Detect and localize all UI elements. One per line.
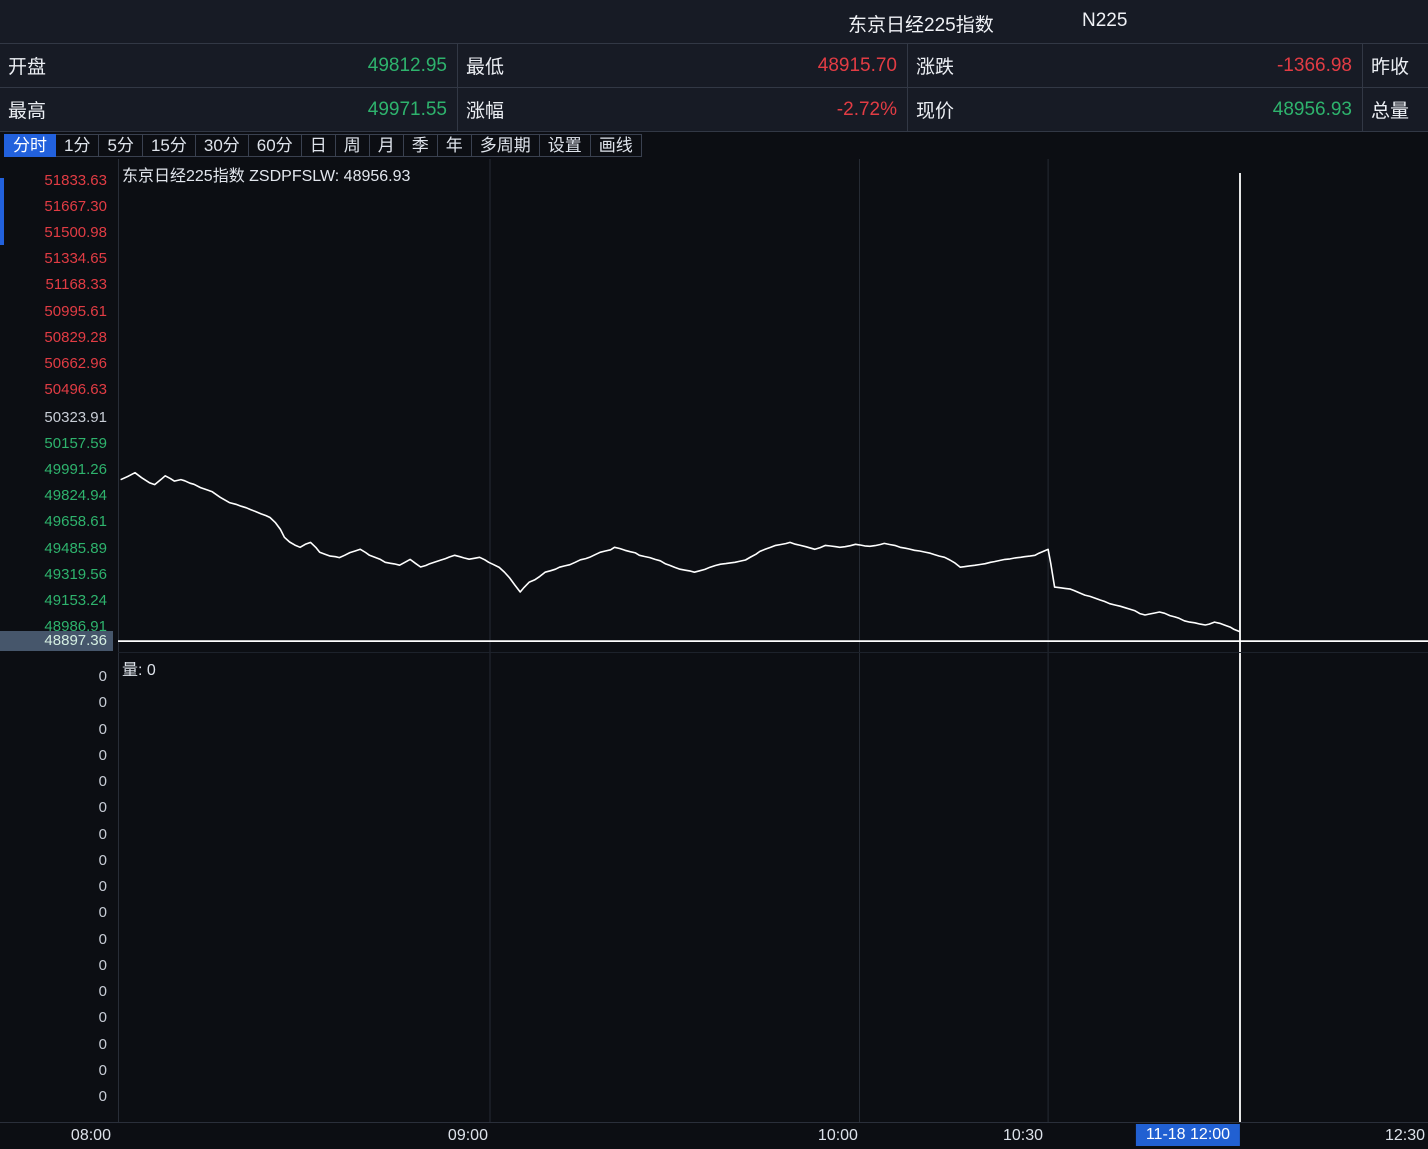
volume-chart-svg[interactable] — [118, 653, 1428, 1123]
time-axis: 08:00 09:00 10:00 10:30 11-18 12:00 12:30 — [0, 1122, 1428, 1149]
price-axis-label: 51833.63 — [0, 172, 113, 190]
time-axis-tick: 11-18 12:00 — [1136, 1124, 1240, 1146]
quote-total-volume-label: 总量 — [1371, 96, 1409, 123]
tab-15min[interactable]: 15分 — [142, 134, 196, 157]
volume-axis-label: 0 — [0, 747, 113, 765]
volume-axis-label: 0 — [0, 852, 113, 870]
quote-high-label: 最高 — [8, 96, 46, 123]
quote-cell-low: 最低 48915.70 — [458, 44, 908, 88]
price-axis-label: 50496.63 — [0, 381, 113, 399]
volume-axis-label: 0 — [0, 983, 113, 1001]
quote-change-value: -1366.98 — [1277, 55, 1352, 77]
tab-1min[interactable]: 1分 — [55, 134, 99, 157]
volume-axis-label: 0 — [0, 694, 113, 712]
chart-region: 东京日经225指数 ZSDPFSLW: 48956.93 量: 0 48897.… — [0, 159, 1428, 1149]
quote-high-value: 49971.55 — [368, 99, 447, 121]
index-title: 东京日经225指数 — [848, 10, 994, 37]
volume-axis-label: 0 — [0, 878, 113, 896]
quote-cell-total-volume: 总量 — [1363, 88, 1428, 132]
volume-axis-label: 0 — [0, 904, 113, 922]
time-axis-tick: 09:00 — [448, 1127, 488, 1145]
volume-axis-label: 0 — [0, 931, 113, 949]
price-axis-label: 49319.56 — [0, 566, 113, 584]
volume-axis-label: 0 — [0, 668, 113, 686]
quote-change-percent-label: 涨幅 — [466, 96, 504, 123]
tab-30min[interactable]: 30分 — [195, 134, 249, 157]
price-plot-canvas[interactable] — [118, 159, 1428, 652]
volume-plot-canvas[interactable] — [118, 653, 1428, 1122]
quote-open-label: 开盘 — [8, 52, 46, 79]
volume-axis-label: 0 — [0, 773, 113, 791]
volume-label: 量: 0 — [122, 656, 156, 680]
titlebar: 东京日经225指数 N225 — [0, 0, 1428, 44]
quote-cell-prev-close: 昨收 — [1363, 44, 1428, 88]
volume-axis-label: 0 — [0, 957, 113, 975]
quote-open-value: 49812.95 — [368, 55, 447, 77]
price-axis-label: 50323.91 — [0, 409, 113, 427]
tab-day[interactable]: 日 — [301, 134, 336, 157]
tab-fenshi[interactable]: 分时 — [4, 134, 56, 157]
price-axis-label: 49658.61 — [0, 513, 113, 531]
price-chart-svg[interactable] — [118, 159, 1428, 652]
time-axis-tick: 10:30 — [1003, 1127, 1043, 1145]
quote-panel: 开盘 49812.95 最低 48915.70 涨跌 -1366.98 昨收最高 49971.… — [0, 44, 1428, 132]
quote-cell-change: 涨跌 -1366.98 — [908, 44, 1363, 88]
time-axis-tick: 08:00 — [71, 1127, 111, 1145]
volume-axis-label: 0 — [0, 1088, 113, 1106]
price-line — [121, 473, 1240, 632]
tab-month[interactable]: 月 — [369, 134, 404, 157]
volume-axis-label: 0 — [0, 1036, 113, 1054]
price-axis-label: 49991.26 — [0, 461, 113, 479]
tab-quarter[interactable]: 季 — [403, 134, 438, 157]
price-axis-label: 50662.96 — [0, 355, 113, 373]
price-axis-label: 49485.89 — [0, 540, 113, 558]
tab-draw-line[interactable]: 画线 — [590, 134, 642, 157]
quote-low-value: 48915.70 — [818, 55, 897, 77]
quote-cell-high: 最高 49971.55 — [0, 88, 458, 132]
chart-legend: 东京日经225指数 ZSDPFSLW: 48956.93 — [122, 162, 410, 186]
price-axis-label: 51334.65 — [0, 250, 113, 268]
time-axis-tick: 10:00 — [818, 1127, 858, 1145]
quote-low-label: 最低 — [466, 52, 504, 79]
price-axis-label: 50157.59 — [0, 435, 113, 453]
price-axis-label: 51667.30 — [0, 198, 113, 216]
index-symbol: N225 — [1082, 10, 1127, 32]
quote-change-label: 涨跌 — [916, 52, 954, 79]
price-axis-label: 51500.98 — [0, 224, 113, 242]
price-axis-label: 50995.61 — [0, 303, 113, 321]
price-axis-label: 50829.28 — [0, 329, 113, 347]
time-axis-tick: 12:30 — [1385, 1127, 1425, 1145]
app-root: 东京日经225指数 N225 开盘 49812.95 最低 48915.70 涨跌 -13… — [0, 0, 1428, 1149]
volume-axis-label: 0 — [0, 1062, 113, 1080]
price-axis-label: 49824.94 — [0, 487, 113, 505]
tab-settings[interactable]: 设置 — [539, 134, 591, 157]
tab-5min[interactable]: 5分 — [98, 134, 142, 157]
quote-last-price-label: 现价 — [916, 96, 954, 123]
quote-last-price-value: 48956.93 — [1273, 99, 1352, 121]
crosshair-price-label: 48897.36 — [0, 631, 113, 651]
volume-axis-label: 0 — [0, 799, 113, 817]
quote-cell-open: 开盘 49812.95 — [0, 44, 458, 88]
quote-cell-last-price: 现价 48956.93 — [908, 88, 1363, 132]
tab-week[interactable]: 周 — [335, 134, 370, 157]
volume-chart[interactable] — [118, 652, 1428, 1122]
tab-year[interactable]: 年 — [437, 134, 472, 157]
price-chart[interactable]: 东京日经225指数 ZSDPFSLW: 48956.93 — [118, 159, 1428, 652]
quote-change-percent-value: -2.72% — [837, 99, 897, 121]
tab-60min[interactable]: 60分 — [248, 134, 302, 157]
tab-multi-period[interactable]: 多周期 — [471, 134, 540, 157]
quote-cell-change-percent: 涨幅 -2.72% — [458, 88, 908, 132]
volume-axis-label: 0 — [0, 721, 113, 739]
period-tabbar: 分时1分5分15分30分60分日周月季年多周期设置画线 — [0, 132, 1428, 159]
quote-prev-close-label: 昨收 — [1371, 52, 1409, 79]
volume-axis-label: 0 — [0, 1009, 113, 1027]
price-axis-label: 49153.24 — [0, 592, 113, 610]
price-axis-label: 51168.33 — [0, 276, 113, 294]
volume-axis-label: 0 — [0, 826, 113, 844]
